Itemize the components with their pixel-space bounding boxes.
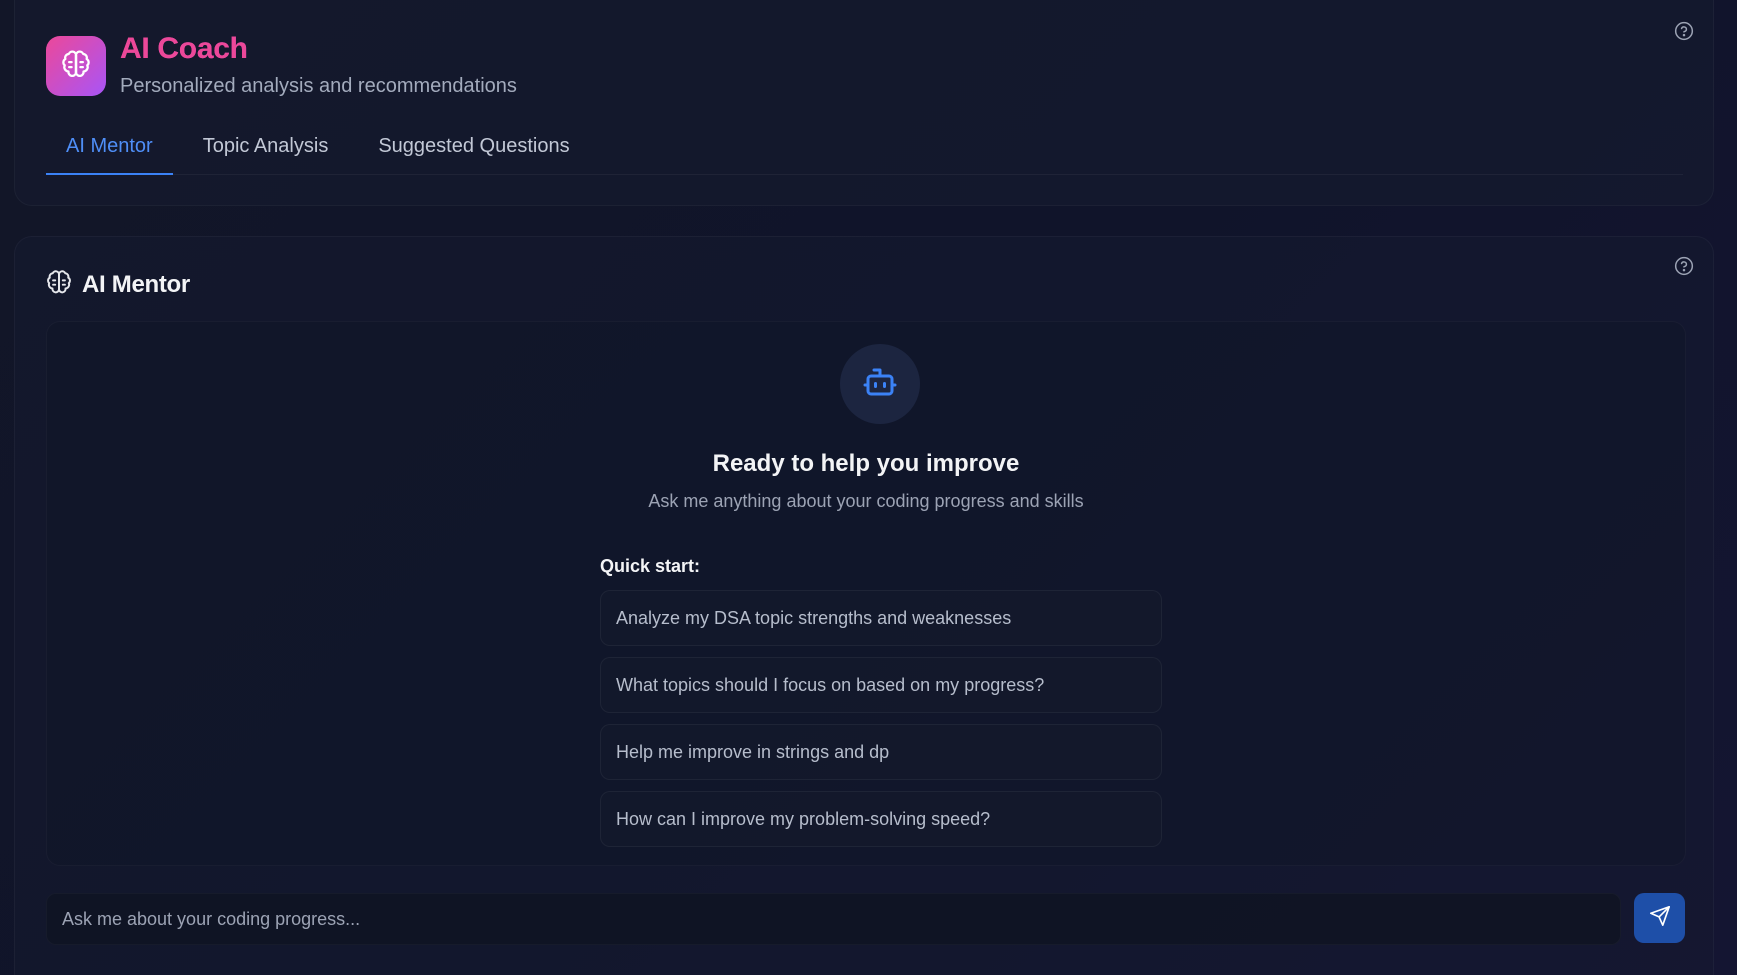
quick-start-item[interactable]: Help me improve in strings and dp: [600, 724, 1162, 780]
help-circle-icon[interactable]: [1673, 20, 1695, 42]
brain-icon: [61, 49, 91, 84]
send-button[interactable]: [1634, 893, 1685, 943]
help-circle-icon[interactable]: [1673, 255, 1695, 277]
empty-state-subtitle: Ask me anything about your coding progre…: [648, 491, 1084, 511]
send-icon: [1649, 905, 1671, 932]
quick-start-item[interactable]: Analyze my DSA topic strengths and weakn…: [600, 590, 1162, 646]
app-title: AI Coach: [120, 32, 248, 65]
tab-ai-mentor[interactable]: AI Mentor: [46, 125, 173, 175]
app-subtitle: Personalized analysis and recommendation…: [120, 75, 517, 97]
quick-start-item[interactable]: How can I improve my problem-solving spe…: [600, 791, 1162, 847]
quick-start-item[interactable]: What topics should I focus on based on m…: [600, 657, 1162, 713]
message-input[interactable]: [62, 908, 1605, 930]
app-logo: [46, 36, 106, 96]
brain-icon: [46, 269, 72, 300]
empty-state-title: Ready to help you improve: [712, 450, 1020, 477]
tab-suggested-questions[interactable]: Suggested Questions: [358, 125, 589, 175]
bot-icon: [862, 364, 898, 405]
section-header: AI Mentor: [46, 269, 190, 300]
ai-mentor-card: AI Mentor Ready to help you improve Ask …: [14, 236, 1714, 975]
tab-bar: AI Mentor Topic Analysis Suggested Quest…: [46, 125, 1683, 175]
tab-topic-analysis[interactable]: Topic Analysis: [183, 125, 349, 175]
page: AI Coach Personalized analysis and recom…: [0, 0, 1737, 975]
quick-start-label: Quick start:: [600, 556, 701, 576]
chat-area: Ready to help you improve Ask me anythin…: [46, 321, 1686, 866]
header-card: AI Coach Personalized analysis and recom…: [14, 0, 1714, 206]
bot-avatar: [840, 344, 920, 424]
section-title: AI Mentor: [82, 270, 190, 298]
message-input-container: [46, 893, 1621, 945]
